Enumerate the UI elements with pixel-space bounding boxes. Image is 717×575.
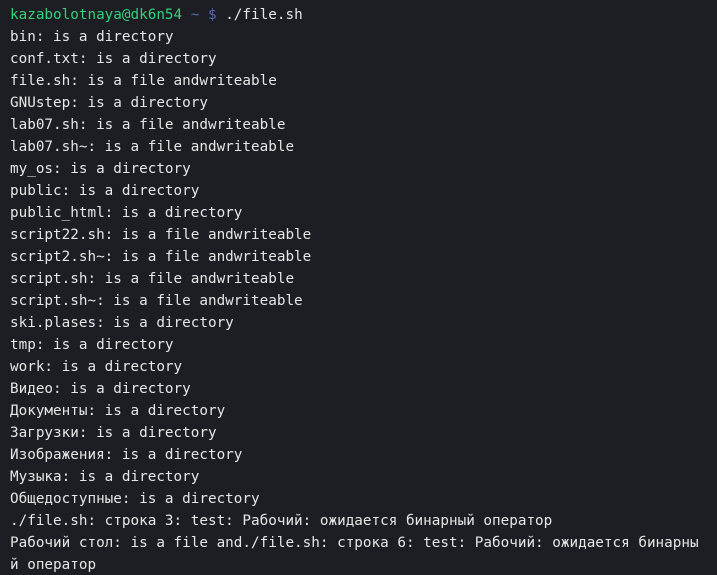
output-line: Рабочий стол: is a file and./file.sh: ст… xyxy=(10,535,699,551)
terminal-window[interactable]: ' ^' kazabolotnaya@dk6n54 ~ $ ./file.sh … xyxy=(0,0,717,575)
output-line: й оператор xyxy=(10,557,97,573)
output-line: ski.plases: is a directory xyxy=(10,315,234,331)
output-line: script2.sh~: is a file andwriteable xyxy=(10,249,312,265)
output-line: script22.sh: is a file andwriteable xyxy=(10,227,312,243)
output-line: public_html: is a directory xyxy=(10,205,243,221)
previous-output-fragment: ' ^' xyxy=(10,0,44,4)
output-line: public: is a directory xyxy=(10,183,200,199)
output-line: script.sh: is a file andwriteable xyxy=(10,271,295,287)
output-line: bin: is a directory xyxy=(10,29,174,45)
output-line: lab07.sh~: is a file andwriteable xyxy=(10,139,295,155)
output-line: Документы: is a directory xyxy=(10,403,226,419)
prompt-symbol: $ xyxy=(207,7,217,23)
output-line: Видео: is a directory xyxy=(10,381,191,397)
prompt-cwd: ~ xyxy=(190,7,200,23)
output-line: file.sh: is a file andwriteable xyxy=(10,73,277,89)
output-line: my_os: is a directory xyxy=(10,161,191,177)
output-line: GNUstep: is a directory xyxy=(10,95,208,111)
output-line: script.sh~: is a file andwriteable xyxy=(10,293,303,309)
output-line: tmp: is a directory xyxy=(10,337,174,353)
prompt-command: ./file.sh xyxy=(225,7,303,23)
output-line: Загрузки: is a directory xyxy=(10,425,217,441)
output-block: bin: is a directory conf.txt: is a direc… xyxy=(10,26,717,575)
prompt-user-host: kazabolotnaya@dk6n54 xyxy=(10,7,183,23)
output-line: work: is a directory xyxy=(10,359,183,375)
command-prompt-line: kazabolotnaya@dk6n54 ~ $ ./file.sh xyxy=(10,4,717,26)
output-line: lab07.sh: is a file andwriteable xyxy=(10,117,286,133)
output-line: Общедоступные: is a directory xyxy=(10,491,260,507)
output-line: ./file.sh: строка 3: test: Рабочий: ожид… xyxy=(10,513,553,529)
output-line: Музыка: is a directory xyxy=(10,469,200,485)
output-line: conf.txt: is a directory xyxy=(10,51,217,67)
output-line: Изображения: is a directory xyxy=(10,447,243,463)
